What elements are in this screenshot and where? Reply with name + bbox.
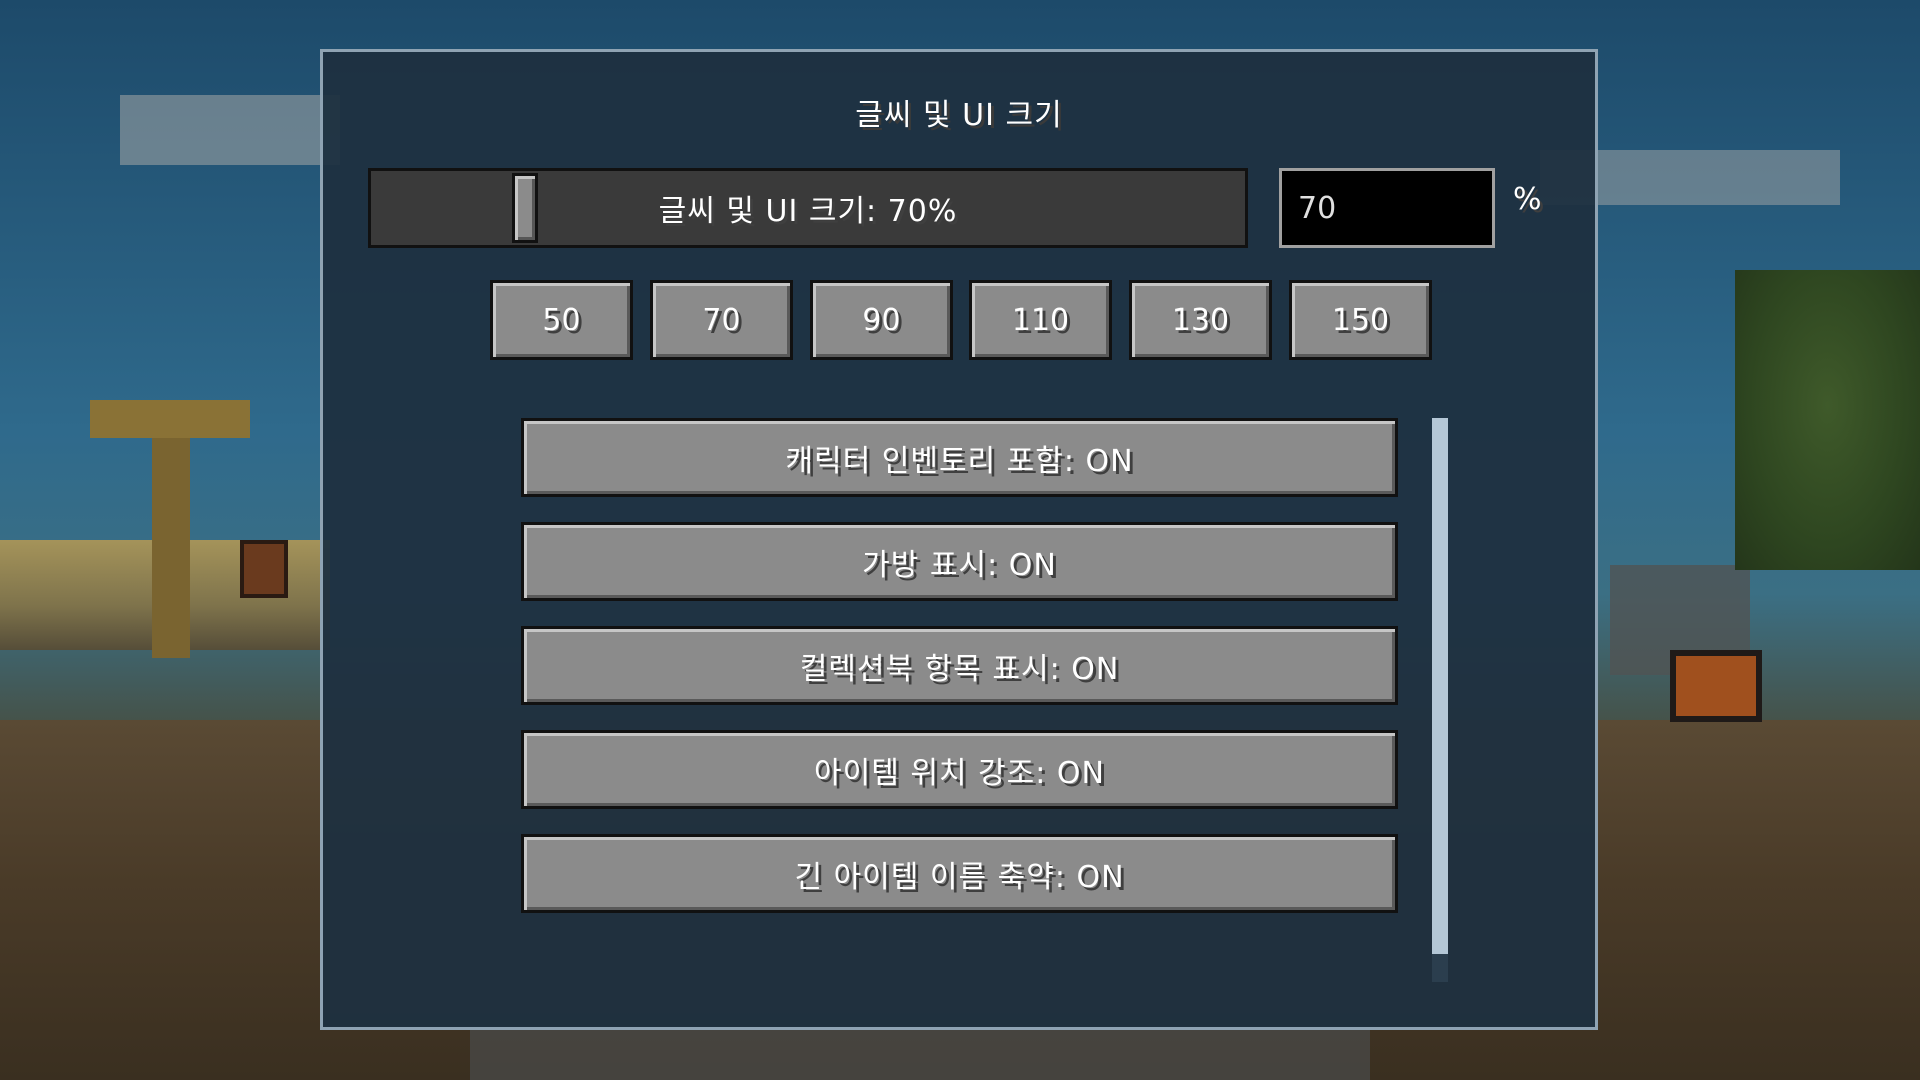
option-toggle-4[interactable]: 아이템 위치 강조: ON	[521, 730, 1398, 809]
cloud	[120, 95, 340, 165]
ui-scale-slider[interactable]: 글씨 및 UI 크기: 70%	[368, 168, 1248, 248]
option-toggle-5[interactable]: 긴 아이템 이름 축약: ON	[521, 834, 1398, 913]
preset-button-50[interactable]: 50	[490, 280, 633, 360]
option-toggle-3[interactable]: 컬렉션북 항목 표시: ON	[521, 626, 1398, 705]
preset-button-110[interactable]: 110	[969, 280, 1112, 360]
slider-label: 글씨 및 UI 크기: 70%	[658, 194, 958, 229]
option-toggle-1[interactable]: 캐릭터 인벤토리 포함: ON	[521, 418, 1398, 497]
lantern	[1670, 650, 1762, 722]
dialog-title: 글씨 및 UI 크기	[855, 98, 1063, 133]
preset-button-130[interactable]: 130	[1129, 280, 1272, 360]
preset-button-150[interactable]: 150	[1289, 280, 1432, 360]
option-toggle-2[interactable]: 가방 표시: ON	[521, 522, 1398, 601]
percent-unit-label: %	[1513, 182, 1542, 217]
wooden-post-top	[90, 400, 250, 438]
ui-scale-input[interactable]	[1279, 168, 1495, 248]
tree	[1735, 270, 1920, 570]
scrollbar-thumb[interactable]	[1432, 418, 1448, 954]
lantern	[240, 540, 288, 598]
stone-path	[470, 1030, 1370, 1080]
preset-button-90[interactable]: 90	[810, 280, 953, 360]
scrollbar-track[interactable]	[1432, 418, 1448, 982]
wooden-post	[152, 438, 190, 658]
preset-button-70[interactable]: 70	[650, 280, 793, 360]
